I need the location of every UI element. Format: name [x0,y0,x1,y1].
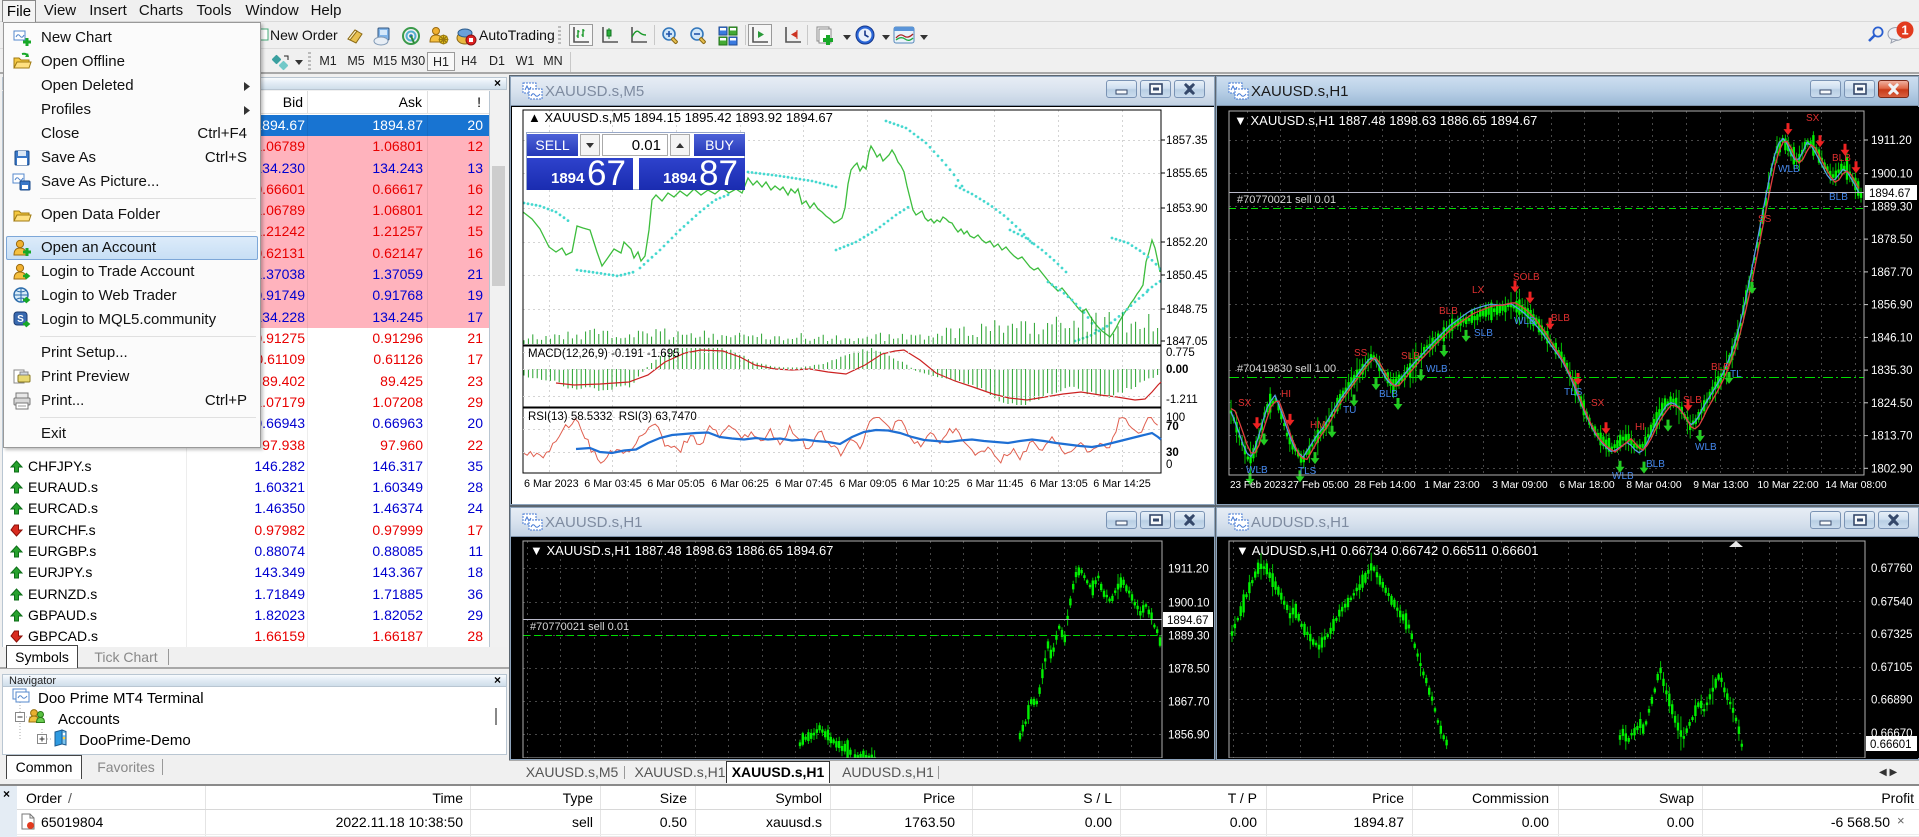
svg-text:6 Mar 18:00: 6 Mar 18:00 [1559,480,1615,491]
svg-text:SS: SS [1758,214,1772,225]
svg-text:6 Mar 10:25: 6 Mar 10:25 [902,478,960,490]
svg-text:1889.30: 1889.30 [1168,630,1210,642]
svg-text:SLB: SLB [1474,328,1493,339]
svg-text:1846.10: 1846.10 [1871,332,1913,344]
svg-text:3 Mar 09:00: 3 Mar 09:00 [1492,480,1548,491]
svg-text:#70770021 sell 0.01: #70770021 sell 0.01 [1237,194,1336,206]
svg-text:WLB: WLB [1246,465,1268,476]
svg-text:1900.10: 1900.10 [1168,597,1210,609]
svg-text:1894.67: 1894.67 [1167,615,1209,627]
svg-text:1802.90: 1802.90 [1871,463,1913,475]
svg-text:1856.90: 1856.90 [1168,730,1210,742]
svg-text:RSI(13) 58.5332 RSI(3) 63,747: RSI(13) 58.5332 RSI(3) 63,7470 [528,411,697,423]
svg-text:70: 70 [1166,421,1179,433]
svg-text:BLB: BLB [1832,153,1851,164]
svg-text:1867.70: 1867.70 [1168,697,1210,709]
svg-text:6 Mar 03:45: 6 Mar 03:45 [584,478,642,490]
svg-text:1911.20: 1911.20 [1871,135,1912,147]
svg-text:1824.50: 1824.50 [1871,398,1913,410]
svg-text:0: 0 [1166,459,1172,471]
svg-text:1878.50: 1878.50 [1168,664,1210,676]
svg-text:BLB: BLB [1439,306,1458,317]
svg-text:6 Mar 09:05: 6 Mar 09:05 [839,478,897,490]
svg-text:MACD(12,26,9) -0.191 -1.695: MACD(12,26,9) -0.191 -1.695 [528,348,680,360]
svg-text:BLB: BLB [1711,362,1730,373]
svg-text:BLB: BLB [1829,192,1848,203]
svg-text:6 Mar 11:45: 6 Mar 11:45 [967,478,1024,490]
svg-text:6 Mar 07:45: 6 Mar 07:45 [775,478,833,490]
svg-text:▼ AUDUSD.s,H1 0.66734 0.66742: ▼ AUDUSD.s,H1 0.66734 0.66742 0.66511 0.… [1236,543,1538,558]
svg-text:1855.65: 1855.65 [1166,168,1208,180]
svg-text:14 Mar 08:00: 14 Mar 08:00 [1825,480,1886,491]
svg-text:▲ XAUUSD.s,M5 1894.15 1895.42: ▲ XAUUSD.s,M5 1894.15 1895.42 1893.92 18… [528,110,833,125]
svg-text:#70770021 sell 0.01: #70770021 sell 0.01 [530,621,629,633]
svg-text:23 Feb 2023: 23 Feb 2023 [1230,480,1287,491]
svg-text:9 Mar 13:00: 9 Mar 13:00 [1693,480,1749,491]
svg-text:1857.35: 1857.35 [1166,135,1208,147]
svg-text:0.00: 0.00 [1166,364,1188,376]
svg-text:0.66890: 0.66890 [1871,695,1913,707]
svg-text:10 Mar 22:00: 10 Mar 22:00 [1757,480,1818,491]
svg-text:WLB: WLB [1695,442,1717,453]
svg-text:TLS: TLS [1564,387,1583,398]
svg-text:LX: LX [1472,285,1485,296]
svg-text:1900.10: 1900.10 [1871,169,1913,181]
svg-text:0.67325: 0.67325 [1871,629,1913,641]
svg-text:1835.30: 1835.30 [1871,365,1913,377]
svg-text:HI: HI [1635,422,1645,433]
svg-text:BLB: BLB [1379,389,1398,400]
svg-text:SX: SX [1591,398,1605,409]
svg-text:28 Feb 14:00: 28 Feb 14:00 [1354,480,1415,491]
svg-text:6 Mar 06:25: 6 Mar 06:25 [711,478,769,490]
svg-text:SOLB: SOLB [1513,272,1540,283]
svg-text:0.67105: 0.67105 [1871,662,1913,674]
svg-text:6 Mar 05:05: 6 Mar 05:05 [647,478,705,490]
svg-text:WLB: WLB [1778,164,1800,175]
svg-text:1852.20: 1852.20 [1166,237,1208,249]
svg-text:1853.90: 1853.90 [1166,203,1208,215]
svg-text:SLB: SLB [1401,351,1420,362]
svg-text:1867.70: 1867.70 [1871,267,1913,279]
svg-text:▼ XAUUSD.s,H1 1887.48 1898.63: ▼ XAUUSD.s,H1 1887.48 1898.63 1886.65 18… [1234,113,1537,128]
svg-text:#70419830 sell 1.00: #70419830 sell 1.00 [1237,363,1336,375]
svg-text:1848.75: 1848.75 [1166,304,1208,316]
svg-text:SX: SX [1806,113,1820,124]
svg-text:-1.211: -1.211 [1166,394,1198,406]
svg-text:1894.67: 1894.67 [1869,188,1911,200]
svg-text:HM: HM [1310,420,1326,431]
svg-text:0.67760: 0.67760 [1871,563,1913,575]
svg-text:0.775: 0.775 [1166,347,1195,359]
svg-text:6 Mar 2023: 6 Mar 2023 [524,478,579,490]
svg-text:SS: SS [1354,348,1368,359]
svg-text:SX: SX [1238,398,1252,409]
svg-text:6 Mar 14:25: 6 Mar 14:25 [1093,478,1151,490]
svg-text:1911.20: 1911.20 [1168,563,1209,575]
svg-text:WLB: WLB [1514,316,1536,327]
svg-text:BLB: BLB [1551,313,1570,324]
svg-text:TL: TL [1730,369,1742,380]
svg-text:0.67540: 0.67540 [1871,596,1913,608]
svg-text:1878.50: 1878.50 [1871,234,1913,246]
svg-text:WLB: WLB [1426,364,1448,375]
svg-text:0.66601: 0.66601 [1870,739,1912,751]
svg-text:▼ XAUUSD.s,H1 1887.48 1898.63: ▼ XAUUSD.s,H1 1887.48 1898.63 1886.65 18… [530,543,833,558]
svg-text:27 Feb 05:00: 27 Feb 05:00 [1287,480,1348,491]
svg-text:1850.45: 1850.45 [1166,270,1208,282]
svg-text:8 Mar 04:00: 8 Mar 04:00 [1626,480,1682,491]
svg-text:1 Mar 23:00: 1 Mar 23:00 [1424,480,1480,491]
svg-text:6 Mar 13:05: 6 Mar 13:05 [1030,478,1088,490]
svg-text:1889.30: 1889.30 [1871,201,1913,213]
svg-text:30: 30 [1166,447,1179,459]
svg-text:BLB: BLB [1646,459,1665,470]
svg-text:HI: HI [1281,389,1291,400]
svg-text:1856.90: 1856.90 [1871,300,1913,312]
svg-text:1: 1 [1901,23,1908,38]
svg-text:1813.70: 1813.70 [1871,431,1913,443]
svg-text:TU: TU [1343,405,1356,416]
svg-text:SLB: SLB [1683,395,1702,406]
